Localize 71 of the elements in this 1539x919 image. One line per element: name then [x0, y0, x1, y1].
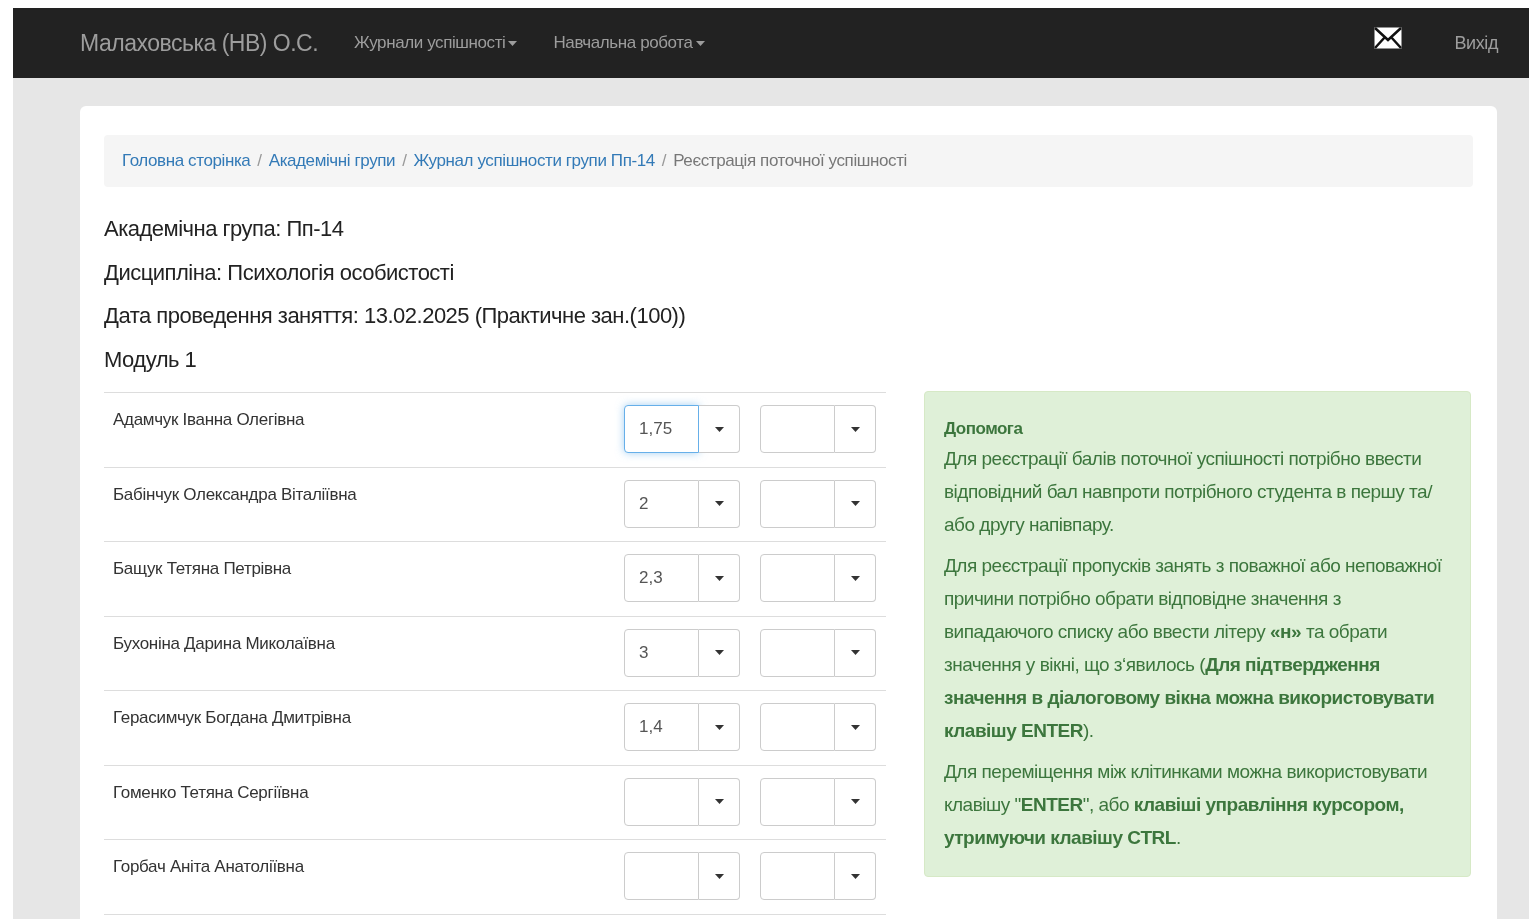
info-line: Дата проведення заняття: 13.02.2025 (Практичне зан.(100)) — [104, 303, 687, 330]
help-text: Для реєстрації балів поточної успішності потрібно ввести відповідний бал навпроти потрібного студента в першу та/або другу напівпару. — [944, 447, 1434, 537]
dropdown-button[interactable] — [835, 554, 876, 602]
grade-input[interactable]: 2 — [624, 479, 699, 528]
caret-icon — [850, 650, 860, 655]
student-name: Адамчук Іванна Олегівна — [113, 410, 306, 430]
student-name: Герасимчук Богдана Дмитрівна — [113, 708, 353, 728]
grade-input[interactable] — [624, 777, 699, 826]
student-name: Бабінчук Олександра Віталіївна — [113, 484, 358, 505]
caret-icon — [714, 426, 724, 432]
dropdown-button[interactable] — [835, 852, 876, 900]
grade-input[interactable]: 1,75 — [624, 405, 699, 453]
dropdown-button[interactable] — [835, 777, 876, 826]
dropdown-button[interactable] — [835, 703, 876, 751]
info-line: Модуль 1 — [104, 346, 198, 374]
grade-input[interactable] — [760, 777, 835, 826]
caret-icon — [850, 501, 860, 506]
dropdown-button[interactable] — [699, 852, 740, 900]
caret-icon — [714, 799, 724, 804]
caret-icon — [850, 426, 860, 432]
grade-input[interactable]: 1,4 — [624, 703, 699, 751]
grade-input[interactable] — [624, 852, 699, 900]
breadcrumb-separator: / — [256, 151, 263, 171]
caret-icon — [850, 575, 860, 581]
breadcrumb-link[interactable]: Академічні групи — [268, 151, 396, 171]
caret-icon — [850, 873, 860, 879]
info-line: Академічна група: Пп-14 — [104, 216, 345, 243]
dropdown-button[interactable] — [699, 405, 740, 453]
grade-input[interactable] — [760, 479, 835, 528]
grade-input[interactable] — [760, 405, 835, 453]
help-text: Для реєстрації пропусків занять з поважної або неповажної причини потрібно обрати відповідне значення з випадаючого списку або ввести літеру «н» та обрати значення у вікні, що з‘явилось (Для підтвердження значення в діалоговому вікна можна використовувати клавішу ENTER). — [944, 554, 1443, 743]
caret-icon — [714, 873, 724, 879]
dropdown-button[interactable] — [835, 628, 876, 677]
caret-icon — [508, 40, 518, 46]
caret-icon — [714, 575, 724, 581]
caret-icon — [714, 650, 724, 655]
info-line: Дисципліна: Психологія особистості — [104, 259, 455, 287]
breadcrumb-current: Реєстрація поточної успішності — [673, 151, 907, 171]
student-name: Бухоніна Дарина Миколаївна — [113, 633, 337, 654]
caret-icon — [850, 799, 860, 804]
help-title: Допомога — [944, 418, 1024, 440]
breadcrumb-separator: / — [660, 151, 668, 171]
help-text: Для переміщення між клітинками можна використовувати клавішу "ENTER", або клавіші управління курсором, утримуючи клавішу CTRL. — [944, 760, 1429, 850]
brand-name[interactable]: Малаховська (НВ) О.С. — [80, 29, 319, 57]
dropdown-button[interactable] — [699, 777, 740, 826]
student-name: Бащук Тетяна Петрівна — [113, 559, 293, 579]
grade-input[interactable] — [760, 628, 835, 677]
caret-icon — [850, 724, 860, 730]
grade-input[interactable]: 2,3 — [624, 554, 699, 602]
breadcrumb-link[interactable]: Журнал успішности групи Пп-14 — [413, 151, 655, 171]
grade-input[interactable] — [760, 703, 835, 751]
caret-icon — [714, 724, 724, 730]
student-name: Гоменко Тетяна Сергіївна — [113, 782, 310, 803]
breadcrumb-separator: / — [401, 151, 408, 171]
dropdown-button[interactable] — [699, 479, 740, 528]
grade-input[interactable] — [760, 554, 835, 602]
grade-input[interactable] — [760, 852, 835, 900]
dropdown-button[interactable] — [699, 703, 740, 751]
nav-menu[interactable]: Навчальна робота — [553, 33, 705, 53]
dropdown-button[interactable] — [835, 405, 876, 453]
dropdown-button[interactable] — [835, 479, 876, 528]
dropdown-button[interactable] — [699, 628, 740, 677]
dropdown-button[interactable] — [699, 554, 740, 602]
mail-icon[interactable] — [1374, 27, 1403, 49]
nav-menu[interactable]: Журнали успішності — [354, 33, 518, 53]
caret-icon — [695, 40, 705, 46]
caret-icon — [714, 501, 724, 506]
student-name: Горбач Аніта Анатоліївна — [113, 857, 306, 877]
logout-link[interactable]: Вихід — [1454, 32, 1498, 54]
breadcrumb-link[interactable]: Головна сторінка — [122, 151, 251, 171]
grade-input[interactable]: 3 — [624, 628, 699, 677]
